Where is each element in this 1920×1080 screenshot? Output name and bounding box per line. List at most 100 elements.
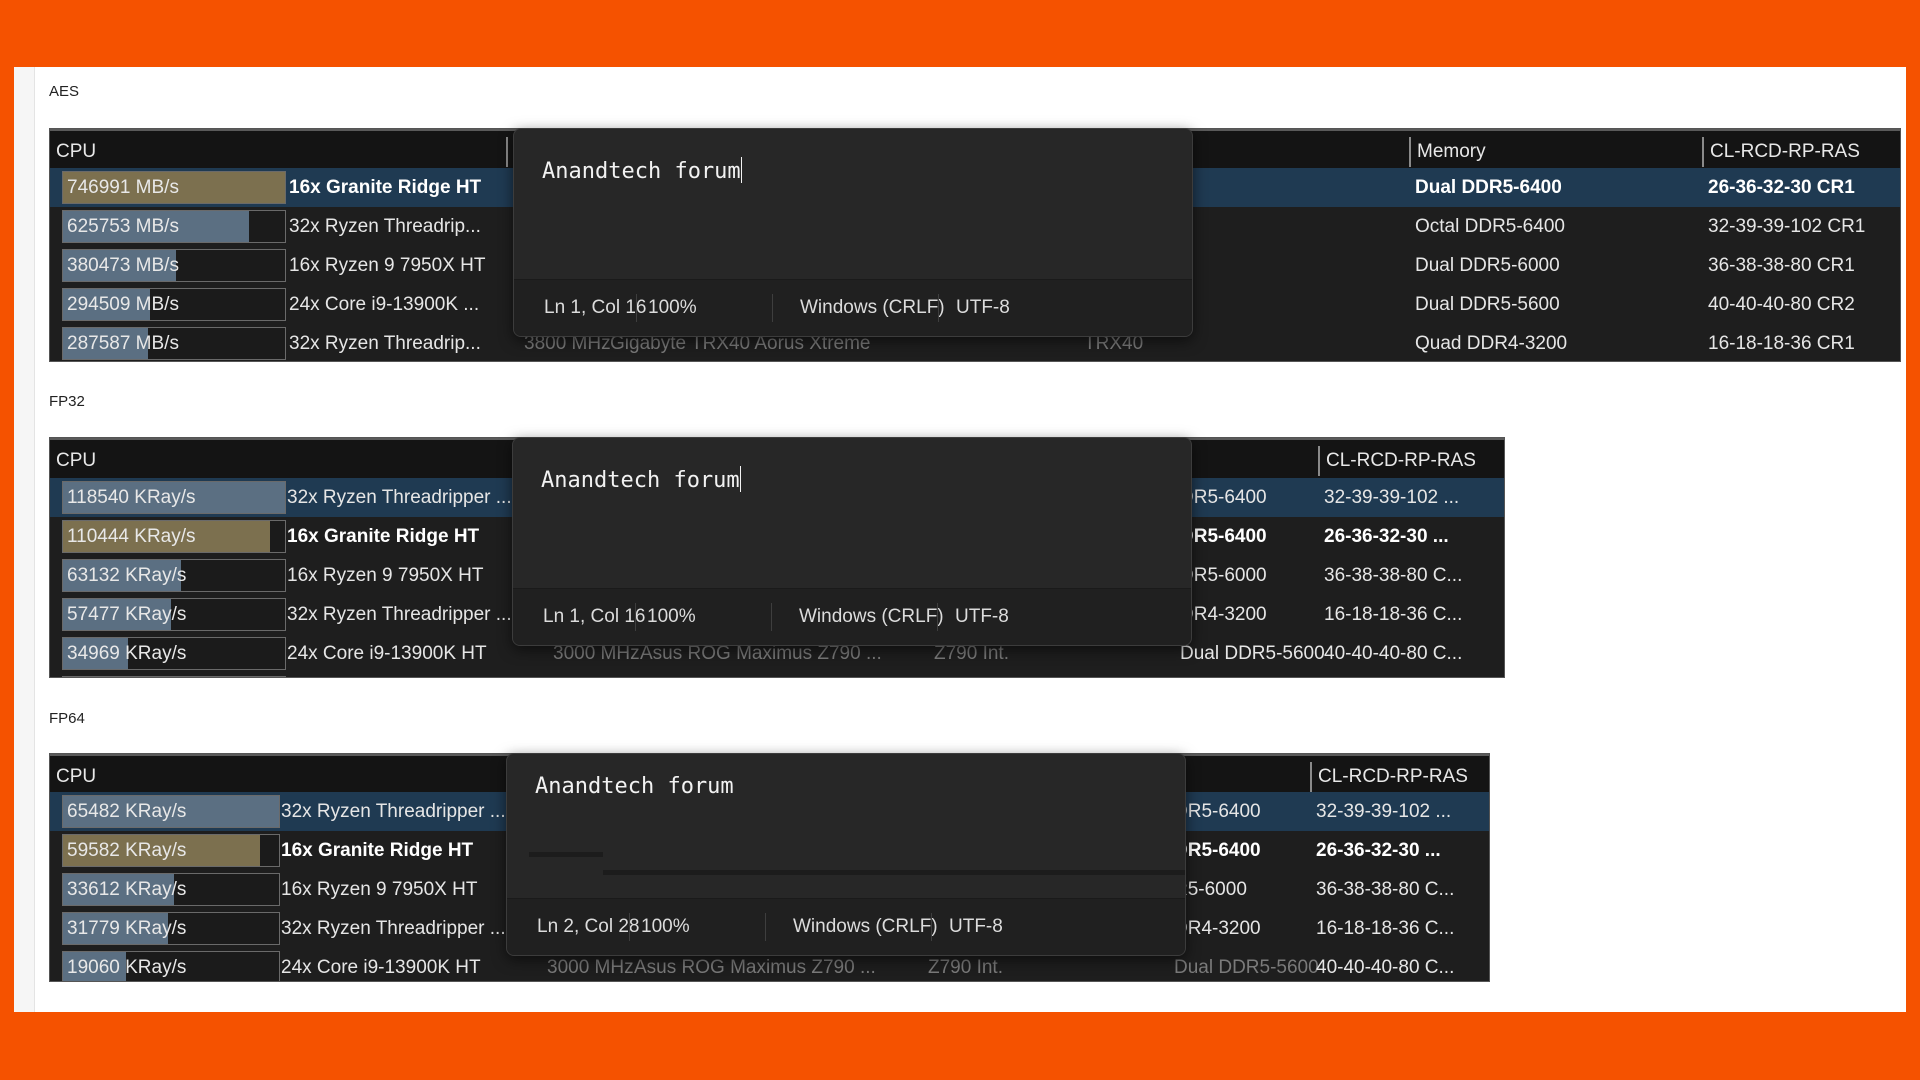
memory-type: Dual DDR5-6000: [1415, 255, 1560, 276]
editor-text-area[interactable]: Anandtech forum: [535, 774, 734, 799]
status-bar: Ln 2, Col 28 100% Windows (CRLF) UTF-8: [507, 898, 1185, 955]
editor-text-content: Anandtech forum: [541, 468, 740, 493]
score-bar: 31779 KRay/s: [62, 912, 280, 945]
column-header-timings[interactable]: CL-RCD-RP-RAS: [1318, 446, 1498, 476]
cursor-position[interactable]: Ln 1, Col 16: [543, 589, 645, 645]
cpu-name: 32x Ryzen Threadripper ...: [287, 604, 512, 625]
score-bar: 63132 KRay/s: [62, 559, 286, 592]
memory-type: DR5-6400: [1180, 526, 1267, 547]
score-bar: 57477 KRay/s: [62, 598, 286, 631]
text-caret: [739, 466, 741, 492]
cpu-name: 16x Granite Ridge HT: [281, 840, 474, 861]
memory-timings: 36-38-38-80 CR1: [1708, 255, 1855, 276]
section-label-aes: AES: [49, 83, 80, 100]
memory-timings: 40-40-40-80 C...: [1316, 957, 1455, 978]
memory-timings: 40-40-40-80 CR2: [1708, 294, 1855, 315]
score-bar-fill: [63, 677, 107, 678]
score-value: 65482 KRay/s: [67, 801, 187, 822]
score-value: 57477 KRay/s: [67, 604, 187, 625]
zoom-level[interactable]: 100%: [647, 589, 696, 645]
score-bar: 19060 KRay/s: [62, 951, 280, 981]
memory-timings: 40-40-40-80 C...: [1324, 643, 1463, 664]
encoding[interactable]: UTF-8: [955, 589, 1009, 645]
section-label-fp32: FP32: [49, 393, 85, 410]
column-header-timings[interactable]: CL-RCD-RP-RAS: [1702, 137, 1900, 167]
render-artifact: [529, 852, 603, 857]
score-bar: 33612 KRay/s: [62, 873, 280, 906]
memory-timings: 16-18-18-36 C...: [1316, 918, 1455, 939]
zoom-level[interactable]: 100%: [648, 280, 697, 336]
score-value: 287587 MB/s: [67, 333, 179, 354]
memory-type: Dual DDR5-5600: [1180, 643, 1325, 664]
score-bar: 380473 MB/s: [62, 249, 286, 282]
score-value: 294509 MB/s: [67, 294, 179, 315]
status-bar: Ln 1, Col 16 100% Windows (CRLF) UTF-8: [513, 588, 1191, 645]
memory-type: DR5-6400: [1180, 487, 1267, 508]
score-value: 31779 KRay/s: [67, 918, 187, 939]
editor-text-area[interactable]: Anandtech forum: [542, 157, 742, 184]
column-header-timings[interactable]: CL-RCD-RP-RAS: [1310, 762, 1489, 792]
memory-timings: 32-39-39-102 ...: [1324, 487, 1460, 508]
memory-type: DR4-3200: [1180, 604, 1267, 625]
cpu-name: 16x Ryzen 9 7950X HT: [287, 565, 484, 586]
cpu-name: 16x Ryzen 9 7950X HT: [281, 879, 478, 900]
memory-type: Octal DDR5-6400: [1415, 216, 1565, 237]
column-header-memory[interactable]: Memory: [1409, 137, 1699, 167]
status-divider: [771, 603, 772, 631]
line-ending[interactable]: Windows (CRLF): [793, 899, 938, 955]
score-value: 118540 KRay/s: [67, 487, 196, 508]
memory-type: Quad DDR4-3200: [1415, 333, 1568, 354]
score-value: 625753 MB/s: [67, 216, 179, 237]
memory-timings: 16-18-18-36 C...: [1324, 604, 1463, 625]
notepad-popup[interactable]: Anandtech forum Ln 2, Col 28 100% Windows (…: [506, 753, 1186, 956]
editor-text-area[interactable]: Anandtech forum: [541, 466, 741, 493]
status-divider: [938, 294, 939, 322]
score-value: 34969 KRay/s: [67, 643, 187, 664]
score-value: 110444 KRay/s: [67, 526, 196, 547]
score-bar: 625753 MB/s: [62, 210, 286, 243]
table-row[interactable]: [50, 673, 1504, 678]
editor-text-content: Anandtech forum: [542, 159, 741, 184]
encoding[interactable]: UTF-8: [956, 280, 1010, 336]
cpu-name: 16x Granite Ridge HT: [289, 177, 482, 198]
notepad-popup[interactable]: Anandtech forum Ln 1, Col 16 100% Windows (…: [513, 128, 1193, 337]
memory-type: Dual DDR5-6400: [1415, 177, 1562, 198]
cpu-name: 16x Granite Ridge HT: [287, 526, 480, 547]
notepad-popup[interactable]: Anandtech forum Ln 1, Col 16 100% Windows (…: [512, 437, 1192, 646]
cpu-name: 32x Ryzen Threadripper ...: [281, 918, 506, 939]
status-bar: Ln 1, Col 16 100% Windows (CRLF) UTF-8: [514, 279, 1192, 336]
line-ending[interactable]: Windows (CRLF): [799, 589, 944, 645]
render-artifact: [603, 870, 1185, 875]
score-bar: 110444 KRay/s: [62, 520, 286, 553]
line-ending[interactable]: Windows (CRLF): [800, 280, 945, 336]
cursor-position[interactable]: Ln 2, Col 28: [537, 899, 639, 955]
encoding[interactable]: UTF-8: [949, 899, 1003, 955]
status-divider: [937, 603, 938, 631]
status-divider: [636, 294, 637, 322]
cpu-name: 16x Ryzen 9 7950X HT: [289, 255, 486, 276]
section-label-fp64: FP64: [49, 710, 85, 727]
left-gutter: [14, 67, 35, 1012]
column-header-cpu[interactable]: CPU: [50, 137, 506, 167]
memory-timings: 16-18-18-36 CR1: [1708, 333, 1855, 354]
zoom-level[interactable]: 100%: [641, 899, 690, 955]
memory-timings: 26-36-32-30 ...: [1324, 526, 1449, 547]
score-value: 19060 KRay/s: [67, 957, 187, 978]
memory-type: DR5-6400: [1174, 840, 1261, 861]
editor-text-content: Anandtech forum: [535, 774, 734, 799]
status-divider: [629, 913, 630, 941]
score-value: 59582 KRay/s: [67, 840, 187, 861]
page-card: AES CPU Memory CL-RCD-RP-RAS 746991 MB/s…: [14, 67, 1906, 1012]
cursor-position[interactable]: Ln 1, Col 16: [544, 280, 646, 336]
column-header-cpu[interactable]: CPU: [50, 762, 506, 792]
memory-timings: 26-36-32-30 ...: [1316, 840, 1441, 861]
score-bar: 294509 MB/s: [62, 288, 286, 321]
cpu-name: 24x Core i9-13900K HT: [281, 957, 481, 978]
cpu-name: 24x Core i9-13900K ...: [289, 294, 480, 315]
memory-type: Dual DDR5-5600: [1415, 294, 1560, 315]
score-value: 380473 MB/s: [67, 255, 179, 276]
status-divider: [765, 913, 766, 941]
memory-type: DR5-6400: [1174, 801, 1261, 822]
memory-type: Dual DDR5-5600: [1174, 957, 1319, 978]
column-header-cpu[interactable]: CPU: [50, 446, 506, 476]
